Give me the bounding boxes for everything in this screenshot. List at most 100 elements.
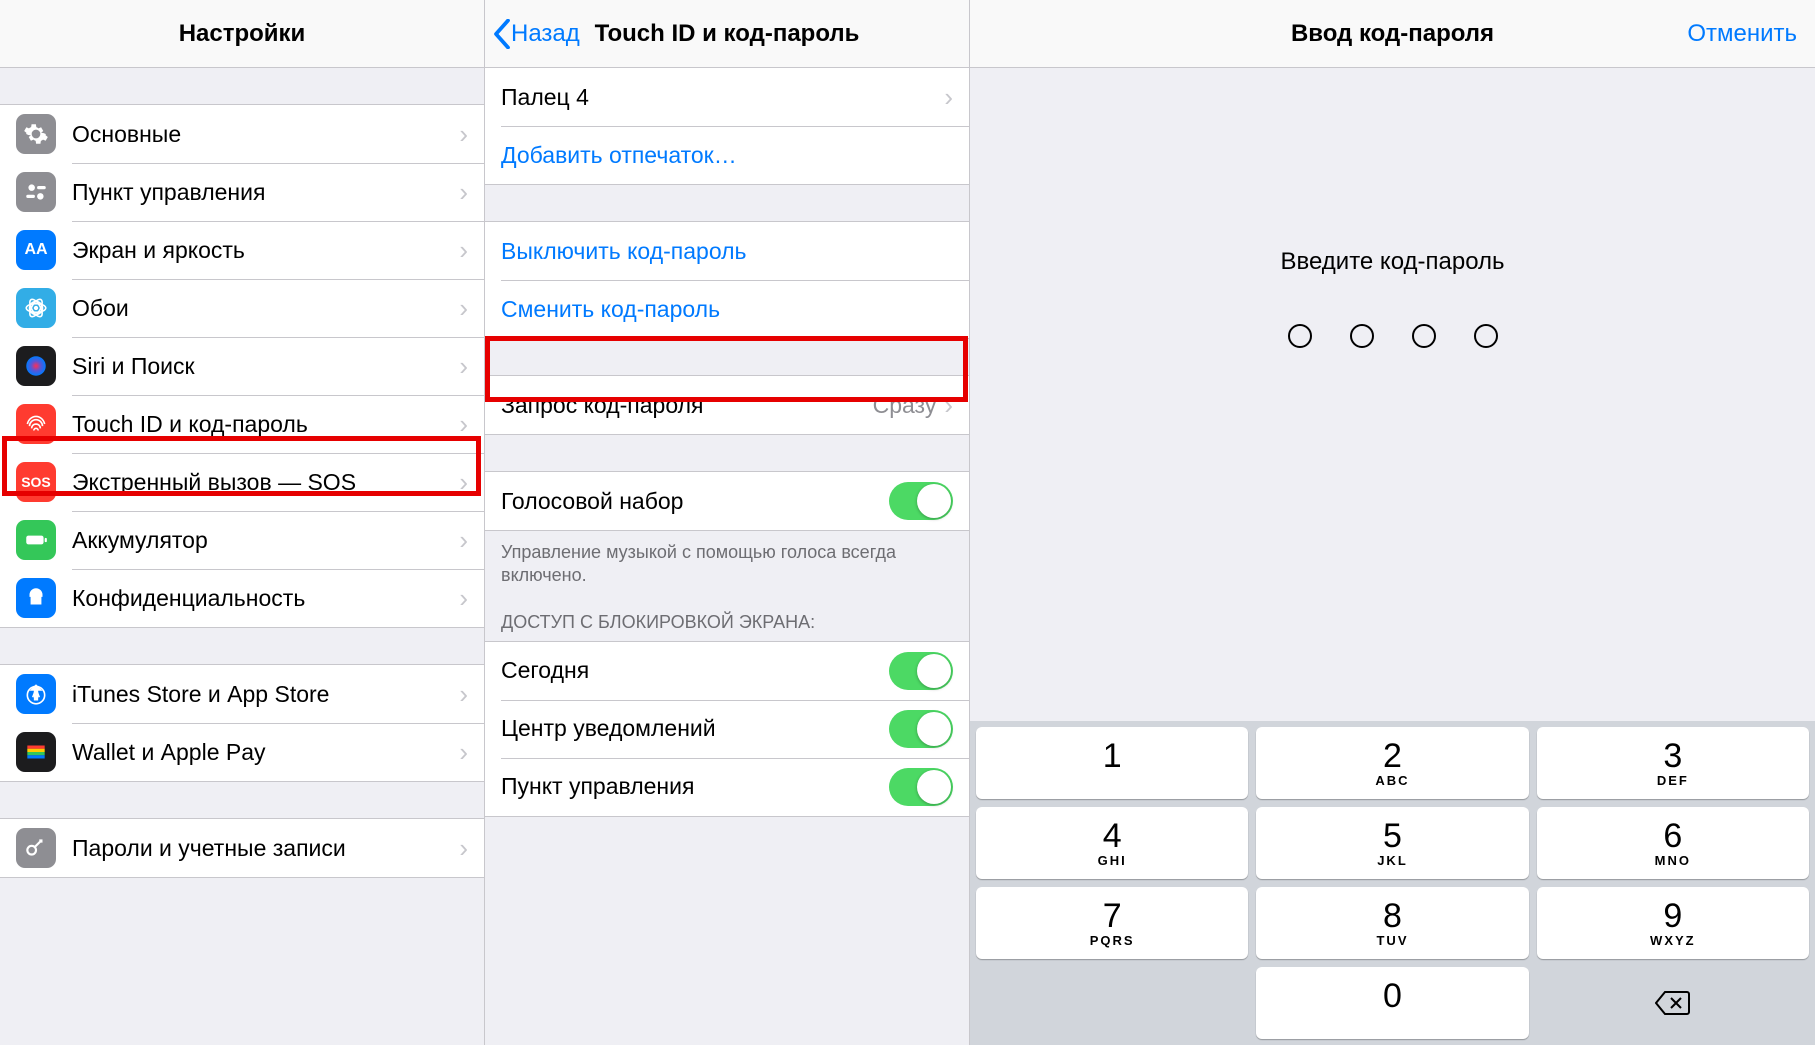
passcode-dot [1350, 324, 1374, 348]
row-label: Siri и Поиск [72, 353, 459, 380]
passcode-entry-pane: Ввод код-пароля Отменить Введите код-пар… [970, 0, 1815, 1045]
passcode-dot [1288, 324, 1312, 348]
key-digit: 9 [1663, 899, 1682, 933]
passcode-dots [970, 324, 1815, 348]
keypad-key-7[interactable]: 7PQRS [976, 887, 1248, 959]
change-passcode-label: Сменить код-пароль [501, 296, 953, 323]
keypad-key-8[interactable]: 8TUV [1256, 887, 1528, 959]
battery-icon [16, 520, 56, 560]
keypad-key-6[interactable]: 6MNO [1537, 807, 1809, 879]
row-label: Экстренный вызов — SOS [72, 469, 459, 496]
chevron-right-icon: › [459, 235, 468, 266]
keypad-key-3[interactable]: 3DEF [1537, 727, 1809, 799]
keypad-blank [976, 967, 1248, 1039]
numeric-keypad: 1 2ABC3DEF4GHI5JKL6MNO7PQRS8TUV9WXYZ0 [970, 721, 1815, 1045]
touch-id-pane: Назад Touch ID и код-пароль Палец 4 › До… [485, 0, 970, 1045]
voice-dial-switch[interactable] [889, 482, 953, 520]
passcode-title: Ввод код-пароля [1291, 20, 1494, 48]
display-icon: AA [16, 230, 56, 270]
chevron-right-icon: › [459, 583, 468, 614]
row-label: Конфиденциальность [72, 585, 459, 612]
settings-row-touch[interactable]: Touch ID и код-пароль› [0, 395, 484, 453]
key-letters: WXYZ [1650, 933, 1696, 948]
control-icon [16, 172, 56, 212]
chevron-right-icon: › [459, 833, 468, 864]
control-center-row[interactable]: Пункт управления [485, 758, 969, 816]
notification-center-row[interactable]: Центр уведомлений [485, 700, 969, 758]
row-label: Touch ID и код-пароль [72, 411, 459, 438]
chevron-right-icon: › [944, 82, 953, 113]
privacy-icon [16, 578, 56, 618]
settings-row-accounts[interactable]: Пароли и учетные записи› [0, 819, 484, 877]
keypad-key-5[interactable]: 5JKL [1256, 807, 1528, 879]
row-label: Экран и яркость [72, 237, 459, 264]
chevron-right-icon: › [459, 293, 468, 324]
keypad-key-0[interactable]: 0 [1256, 967, 1528, 1039]
change-passcode-row[interactable]: Сменить код-пароль [485, 280, 969, 338]
back-button[interactable]: Назад [493, 19, 580, 49]
keypad-key-4[interactable]: 4GHI [976, 807, 1248, 879]
passcode-navbar: Ввод код-пароля Отменить [970, 0, 1815, 68]
keypad-key-1[interactable]: 1 [976, 727, 1248, 799]
settings-row-battery[interactable]: Аккумулятор› [0, 511, 484, 569]
ctrl-switch[interactable] [889, 768, 953, 806]
key-digit: 1 [1103, 739, 1122, 773]
require-passcode-row[interactable]: Запрос код-пароля Сразу › [485, 376, 969, 434]
require-passcode-value: Сразу [873, 392, 937, 419]
settings-row-privacy[interactable]: Конфиденциальность› [0, 569, 484, 627]
chevron-right-icon: › [459, 525, 468, 556]
settings-row-itunes[interactable]: iTunes Store и App Store› [0, 665, 484, 723]
voice-dial-footer: Управление музыкой с помощью голоса всег… [485, 531, 969, 594]
accounts-icon [16, 828, 56, 868]
settings-row-sos[interactable]: SOSЭкстренный вызов — SOS› [0, 453, 484, 511]
notif-switch[interactable] [889, 710, 953, 748]
key-letters [1109, 773, 1115, 788]
backspace-icon [1655, 990, 1691, 1016]
keypad-key-2[interactable]: 2ABC [1256, 727, 1528, 799]
cancel-button[interactable]: Отменить [1687, 20, 1797, 48]
settings-row-wallpaper[interactable]: Обои› [0, 279, 484, 337]
key-letters: PQRS [1090, 933, 1135, 948]
row-label: Основные [72, 121, 459, 148]
itunes-icon [16, 674, 56, 714]
keypad-backspace[interactable] [1537, 967, 1809, 1039]
key-letters: TUV [1376, 933, 1408, 948]
turn-off-passcode-row[interactable]: Выключить код-пароль [485, 222, 969, 280]
settings-navbar: Настройки [0, 0, 484, 68]
chevron-right-icon: › [459, 467, 468, 498]
voice-dial-label: Голосовой набор [501, 488, 889, 515]
settings-row-wallet[interactable]: Wallet и Apple Pay› [0, 723, 484, 781]
key-letters: DEF [1657, 773, 1689, 788]
keypad-key-9[interactable]: 9WXYZ [1537, 887, 1809, 959]
today-switch[interactable] [889, 652, 953, 690]
today-row[interactable]: Сегодня [485, 642, 969, 700]
key-digit: 5 [1383, 819, 1402, 853]
row-label: Пункт управления [72, 179, 459, 206]
chevron-right-icon: › [459, 177, 468, 208]
key-digit: 7 [1103, 899, 1122, 933]
voice-dial-row[interactable]: Голосовой набор [485, 472, 969, 530]
general-icon [16, 114, 56, 154]
add-fingerprint-row[interactable]: Добавить отпечаток… [485, 126, 969, 184]
touch-id-title: Touch ID и код-пароль [595, 20, 860, 48]
finger-4-label: Палец 4 [501, 84, 944, 111]
notif-label: Центр уведомлений [501, 715, 889, 742]
settings-row-control[interactable]: Пункт управления› [0, 163, 484, 221]
wallet-icon [16, 732, 56, 772]
chevron-right-icon: › [459, 119, 468, 150]
row-label: iTunes Store и App Store [72, 681, 459, 708]
row-label: Пароли и учетные записи [72, 835, 459, 862]
today-label: Сегодня [501, 657, 889, 684]
siri-icon [16, 346, 56, 386]
chevron-right-icon: › [459, 409, 468, 440]
settings-row-siri[interactable]: Siri и Поиск› [0, 337, 484, 395]
row-label: Wallet и Apple Pay [72, 739, 459, 766]
finger-4-row[interactable]: Палец 4 › [485, 68, 969, 126]
require-passcode-label: Запрос код-пароля [501, 392, 873, 419]
key-letters: GHI [1098, 853, 1127, 868]
key-letters [1390, 1013, 1396, 1028]
settings-row-display[interactable]: AA Экран и яркость› [0, 221, 484, 279]
settings-row-general[interactable]: Основные› [0, 105, 484, 163]
passcode-dot [1474, 324, 1498, 348]
lock-screen-header: ДОСТУП С БЛОКИРОВКОЙ ЭКРАНА: [485, 594, 969, 641]
